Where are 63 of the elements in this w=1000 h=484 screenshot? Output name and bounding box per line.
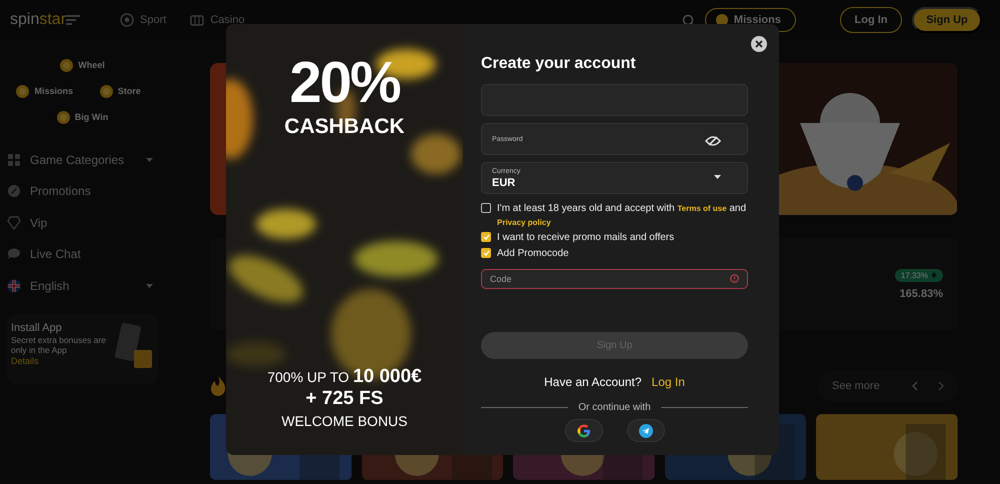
google-icon	[576, 422, 592, 438]
slot-machine-icon	[190, 13, 204, 27]
login-button[interactable]: Log In	[840, 7, 902, 33]
promocode-field[interactable]: Code	[481, 269, 748, 289]
divider-label: Or continue with	[578, 402, 651, 413]
close-button[interactable]	[751, 36, 767, 52]
quick-link[interactable]: Wheel	[7, 54, 158, 76]
stat-value: 165.83%	[900, 288, 943, 300]
social-login-button[interactable]	[564, 419, 602, 442]
details-link[interactable]: Details	[11, 356, 114, 366]
coin-icon	[16, 84, 30, 98]
account-prompt: Have an Account?	[544, 375, 642, 389]
sidebar-item[interactable]: Live Chat	[7, 238, 158, 270]
telegram-icon	[638, 422, 654, 438]
caret-icon	[714, 175, 721, 179]
close-icon	[755, 40, 763, 48]
caret-icon	[146, 158, 153, 162]
warning-icon	[730, 274, 739, 283]
signup-button[interactable]: Sign Up	[912, 7, 982, 33]
arrow-up-icon	[931, 272, 937, 278]
eye-hidden-icon	[705, 136, 721, 146]
ball-icon	[120, 13, 134, 27]
checkbox[interactable]	[481, 203, 491, 213]
see-more-link[interactable]: See more	[832, 380, 892, 392]
policy-link[interactable]: Terms of use	[677, 204, 727, 213]
card-text: Secret extra bonuses are only in the App	[11, 334, 107, 355]
nav-link[interactable]: Casino	[190, 13, 245, 27]
checkbox-label: Add Promocode	[497, 246, 569, 260]
sidebar-item[interactable]: Game Categories	[7, 144, 158, 176]
grid-icon	[7, 152, 21, 167]
caret-icon	[146, 284, 153, 288]
percent-icon	[7, 184, 21, 198]
sidebar-item[interactable]: Vip	[7, 207, 158, 238]
policy-link[interactable]: Privacy policy	[497, 218, 551, 226]
sidebar-item[interactable]: English	[7, 270, 158, 302]
fire-icon	[210, 376, 226, 396]
coin-icon	[56, 110, 70, 124]
next-icon	[938, 381, 944, 391]
prev-icon	[912, 381, 918, 391]
checkbox[interactable]	[481, 248, 491, 258]
social-login-button[interactable]	[626, 419, 664, 442]
coin-icon	[60, 58, 74, 72]
search-icon	[682, 14, 695, 26]
checkbox-label: I want to receive promo mails and offers	[497, 231, 674, 244]
login-link[interactable]: Log In	[652, 375, 685, 389]
sidebar-item[interactable]: Promotions	[7, 176, 158, 207]
quick-link[interactable]: Missions	[7, 80, 82, 102]
check-icon	[482, 250, 490, 256]
flag-icon	[7, 278, 21, 293]
diamond-icon	[7, 216, 21, 230]
checkbox-label: I'm at least 18 years old and accept with Terms of use and Privacy policy	[497, 202, 748, 229]
quick-link[interactable]: Big Win	[7, 106, 158, 128]
chat-icon	[7, 247, 21, 262]
nav-link[interactable]: Sport	[120, 13, 166, 27]
logo[interactable]: spinstar	[10, 11, 66, 29]
coin-icon	[100, 84, 113, 98]
quick-link[interactable]: Store	[82, 80, 158, 102]
card-title: Install App	[11, 322, 63, 334]
checkbox[interactable]	[481, 232, 491, 242]
menu-icon	[66, 15, 80, 25]
check-icon	[482, 234, 490, 240]
stat-badge: 17.33%	[894, 268, 943, 282]
form-title: Create your account	[481, 55, 637, 73]
